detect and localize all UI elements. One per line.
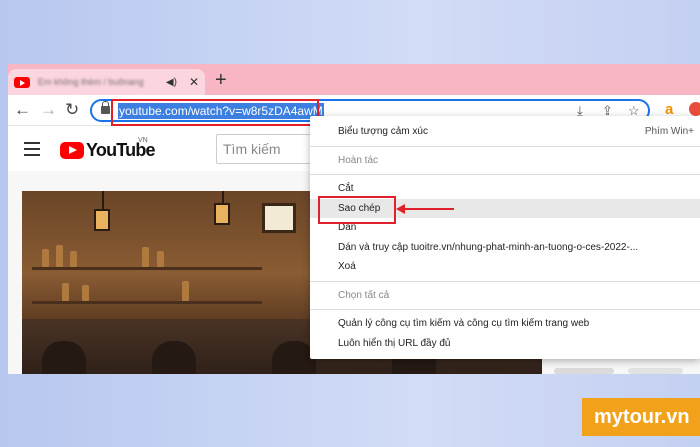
- menu-separator: [310, 309, 700, 310]
- menu-separator: [310, 174, 700, 175]
- back-button[interactable]: ←: [14, 100, 31, 120]
- sidebar-thumbnail[interactable]: [554, 368, 614, 374]
- lock-icon[interactable]: [101, 101, 110, 114]
- youtube-favicon: [14, 76, 30, 88]
- clock-illustration: [262, 203, 296, 233]
- sidebar-thumbnail[interactable]: [628, 368, 683, 374]
- menu-separator: [310, 145, 700, 147]
- menu-item-select-all[interactable]: Chọn tất cả: [310, 286, 700, 306]
- browser-tab[interactable]: Em không thèm / buônang ◀) ✕: [8, 69, 205, 95]
- menu-item-manage-search-engines[interactable]: Quản lý công cụ tìm kiếm và công cụ tìm …: [310, 314, 700, 334]
- menu-item-delete[interactable]: Xoá: [310, 257, 700, 277]
- menu-item-always-show-full-url[interactable]: Luôn hiển thị URL đầy đủ: [310, 334, 700, 354]
- menu-item-undo[interactable]: Hoàn tác: [310, 151, 700, 171]
- close-tab-icon[interactable]: ✕: [189, 75, 199, 89]
- copy-highlight-box: [318, 196, 396, 224]
- menu-item-paste-and-go[interactable]: Dán và truy cập tuoitre.vn/nhung-phat-mi…: [310, 238, 700, 258]
- lamp-illustration: [214, 203, 230, 225]
- menu-item-shortcut: Phím Win+: [644, 126, 694, 137]
- reload-button[interactable]: ↻: [65, 100, 79, 120]
- forward-button[interactable]: →: [40, 100, 57, 120]
- stool-illustration: [152, 341, 196, 374]
- menu-separator: [310, 280, 700, 282]
- new-tab-button[interactable]: +: [215, 70, 227, 90]
- speaker-icon[interactable]: ◀): [166, 77, 177, 88]
- tab-strip: Em không thèm / buônang ◀) ✕ +: [8, 64, 700, 95]
- menu-item-label: Biểu tượng cảm xúc: [338, 126, 428, 137]
- youtube-play-icon: [60, 142, 84, 159]
- watermark-logo: mytour.vn: [582, 398, 700, 436]
- menu-icon[interactable]: [24, 142, 40, 160]
- region-label: VN: [138, 137, 148, 144]
- extension-icon[interactable]: [689, 102, 700, 116]
- stool-illustration: [42, 341, 86, 374]
- lamp-illustration: [94, 209, 110, 231]
- annotation-arrow: [402, 208, 454, 210]
- menu-item-emoji[interactable]: Biểu tượng cảm xúc Phím Win+: [310, 122, 700, 142]
- arrow-left-icon: [396, 204, 405, 214]
- context-menu: Biểu tượng cảm xúc Phím Win+ Hoàn tác Cắ…: [310, 116, 700, 359]
- tab-title: Em không thèm / buônang: [38, 77, 144, 87]
- url-highlight-box: [111, 99, 319, 126]
